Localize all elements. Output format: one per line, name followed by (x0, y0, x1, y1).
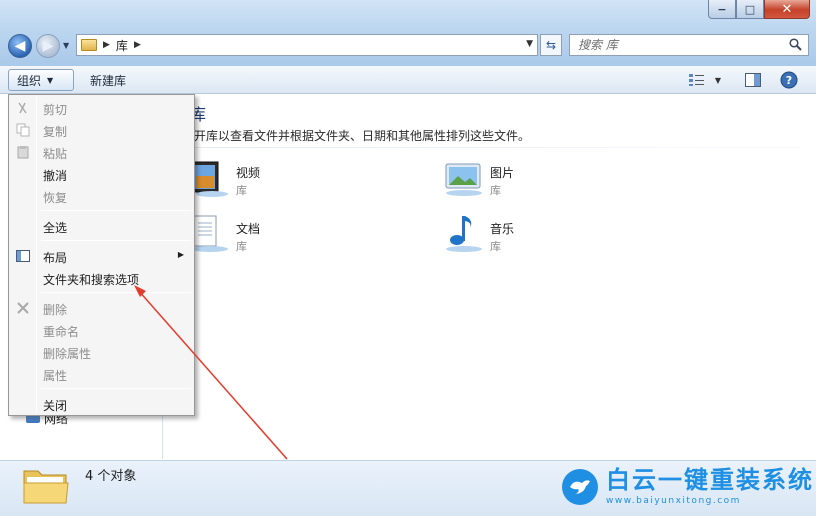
library-item-music[interactable]: 音乐 库 (444, 214, 644, 258)
change-view-icon[interactable] (688, 70, 706, 90)
caption-buttons: − □ ✕ (708, 0, 810, 19)
watermark: 白云一键重装系统 www.baiyunxitong.com (562, 468, 814, 506)
bird-logo-icon (562, 469, 598, 505)
back-arrow-icon: ◀ (14, 38, 26, 54)
menu-item-label: 粘贴 (43, 147, 68, 161)
library-type: 库 (236, 184, 247, 197)
close-icon: ✕ (781, 1, 793, 17)
library-name: 视频 (236, 166, 261, 180)
new-library-button[interactable]: 新建库 (82, 69, 134, 91)
copy-icon (15, 122, 31, 138)
breadcrumb-separator-icon[interactable]: ▶ (103, 40, 110, 50)
menu-item-cut[interactable]: 剪切 (11, 97, 192, 119)
menu-item-paste[interactable]: 粘贴 (11, 141, 192, 163)
layout-icon (15, 248, 31, 264)
minimize-icon: − (717, 2, 727, 16)
menu-item-label: 文件夹和搜索选项 (43, 273, 140, 287)
menu-item-redo[interactable]: 恢复 (11, 185, 192, 207)
watermark-url: www.baiyunxitong.com (606, 496, 741, 506)
minimize-button[interactable]: − (708, 0, 736, 19)
breadcrumb-separator-icon[interactable]: ▶ (134, 40, 141, 50)
menu-item-label: 关闭 (43, 399, 68, 413)
library-type: 库 (490, 240, 501, 253)
library-type: 库 (490, 184, 501, 197)
watermark-text: 白云一键重装系统 www.baiyunxitong.com (606, 468, 814, 506)
organize-button[interactable]: 组织 ▼ (8, 69, 74, 91)
close-button[interactable]: ✕ (764, 0, 810, 19)
menu-item-label: 恢复 (43, 191, 68, 205)
search-box[interactable] (569, 34, 809, 56)
chevron-down-icon: ▼ (47, 75, 54, 85)
maximize-icon: □ (744, 2, 756, 16)
menu-separator (41, 240, 191, 241)
menu-item-label: 复制 (43, 125, 68, 139)
search-icon[interactable] (789, 38, 802, 54)
menu-item-label: 布局 (43, 251, 68, 265)
organize-label: 组织 (17, 73, 42, 88)
window-chrome: − □ ✕ ◀ ▶ ▼ ▶ 库 ▶ ▼ ⇆ (0, 0, 816, 66)
recent-pages-dropdown[interactable]: ▼ (63, 41, 69, 50)
menu-item-remove-properties[interactable]: 删除属性 (11, 341, 192, 363)
back-button[interactable]: ◀ (8, 34, 32, 58)
library-item-documents[interactable]: 文档 库 (190, 214, 390, 258)
menu-separator (41, 388, 191, 389)
address-bar[interactable]: ▶ 库 ▶ ▼ (76, 34, 538, 56)
menu-item-properties[interactable]: 属性 (11, 363, 192, 385)
libraries-description: 开库以查看文件并根据文件夹、日期和其他属性排列这些文件。 (194, 129, 531, 143)
scissors-icon (15, 100, 31, 116)
menu-item-copy[interactable]: 复制 (11, 119, 192, 141)
menu-item-folder-search-options[interactable]: 文件夹和搜索选项 (11, 267, 192, 289)
menu-item-label: 删除 (43, 303, 68, 317)
menu-item-undo[interactable]: 撤消 (11, 163, 192, 185)
menu-item-layout[interactable]: 布局 ▶ (11, 245, 192, 267)
pictures-library-icon (444, 158, 484, 198)
menu-item-label: 属性 (43, 369, 68, 383)
music-library-icon (444, 214, 484, 254)
menu-item-close[interactable]: 关闭 (11, 393, 192, 415)
forward-arrow-icon: ▶ (42, 38, 54, 54)
item-count: 4 个对象 (85, 469, 137, 484)
paste-icon (15, 144, 31, 160)
library-name: 文档 (236, 222, 261, 236)
libraries-folder-icon (22, 463, 70, 510)
search-input[interactable] (578, 38, 778, 52)
menu-item-label: 重命名 (43, 325, 80, 339)
library-folder-icon (81, 39, 97, 51)
menu-item-label: 删除属性 (43, 347, 92, 361)
breadcrumb-libraries[interactable]: 库 (116, 37, 128, 54)
menu-separator (41, 210, 191, 211)
menu-item-select-all[interactable]: 全选 (11, 215, 192, 237)
menu-separator (41, 292, 191, 293)
submenu-arrow-icon: ▶ (177, 250, 184, 259)
address-dropdown-icon[interactable]: ▼ (526, 39, 533, 49)
menu-item-label: 全选 (43, 221, 68, 235)
delete-icon (15, 300, 31, 316)
menu-item-label: 剪切 (43, 103, 68, 117)
preview-pane-icon[interactable] (744, 70, 762, 90)
help-button[interactable]: ? (780, 70, 798, 90)
menu-item-label: 撤消 (43, 169, 68, 183)
header-divider (170, 147, 800, 148)
menu-item-rename[interactable]: 重命名 (11, 319, 192, 341)
organize-menu: 剪切 复制 粘贴 撤消 恢复 全选 布局 ▶ 文件夹和搜索选项 删除 重命名 删… (8, 94, 195, 416)
library-name: 音乐 (490, 222, 515, 236)
forward-button[interactable]: ▶ (36, 34, 60, 58)
menu-item-delete[interactable]: 删除 (11, 297, 192, 319)
library-type: 库 (236, 240, 247, 253)
library-item-videos[interactable]: 视频 库 (190, 158, 390, 202)
video-library-icon (190, 158, 230, 198)
new-library-label: 新建库 (90, 73, 127, 88)
documents-library-icon (190, 214, 230, 254)
views-dropdown-icon[interactable]: ▼ (712, 70, 724, 90)
refresh-button[interactable]: ⇆ (540, 34, 562, 56)
content-area (164, 95, 816, 459)
library-item-pictures[interactable]: 图片 库 (444, 158, 644, 202)
maximize-button[interactable]: □ (736, 0, 764, 19)
watermark-title: 白云一键重装系统 (606, 466, 814, 494)
refresh-icon: ⇆ (545, 38, 557, 52)
help-icon: ? (785, 73, 793, 87)
library-name: 图片 (490, 166, 515, 180)
